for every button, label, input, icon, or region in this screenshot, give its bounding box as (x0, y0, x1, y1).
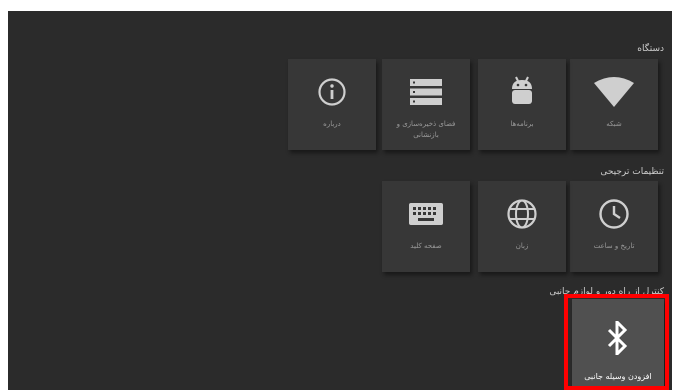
tile-label: درباره (323, 120, 341, 128)
bluetooth-icon (572, 321, 664, 355)
tile-about[interactable]: درباره (288, 59, 376, 150)
tile-label: برنامه‌ها (510, 120, 534, 128)
android-icon (478, 76, 566, 107)
tile-label: شبکه (606, 120, 622, 128)
keyboard-icon (382, 199, 470, 229)
tile-label: صفحه کلید (410, 242, 442, 250)
storage-icon (382, 77, 470, 107)
section-title-remotes: کنترل از راه دور و لوازم جانبی (549, 287, 664, 297)
wifi-icon (570, 77, 658, 107)
tile-label: تاریخ و ساعت (593, 242, 635, 250)
tile-date-time[interactable]: تاریخ و ساعت (570, 181, 658, 272)
tile-keyboard[interactable]: صفحه کلید (382, 181, 470, 272)
section-title-device: دستگاه (637, 44, 664, 54)
tile-language[interactable]: زبان (478, 181, 566, 272)
tile-apps[interactable]: برنامه‌ها (478, 59, 566, 150)
tile-label: افزودن وسیله جانبی (584, 372, 652, 381)
clock-icon (570, 199, 658, 229)
section-title-preferences: تنظیمات ترجیحی (600, 167, 664, 177)
tile-network[interactable]: شبکه (570, 59, 658, 150)
info-icon (288, 77, 376, 107)
tile-storage-reset[interactable]: فضای ذخیره‌سازی و بازنشانی (382, 59, 470, 150)
settings-screen: دستگاه شبکه برنامه‌ها (8, 11, 672, 390)
tile-add-accessory[interactable]: افزودن وسیله جانبی (572, 299, 664, 390)
tile-label: زبان (515, 242, 529, 250)
tile-label: فضای ذخیره‌سازی و بازنشانی (396, 120, 456, 139)
globe-icon (478, 199, 566, 229)
